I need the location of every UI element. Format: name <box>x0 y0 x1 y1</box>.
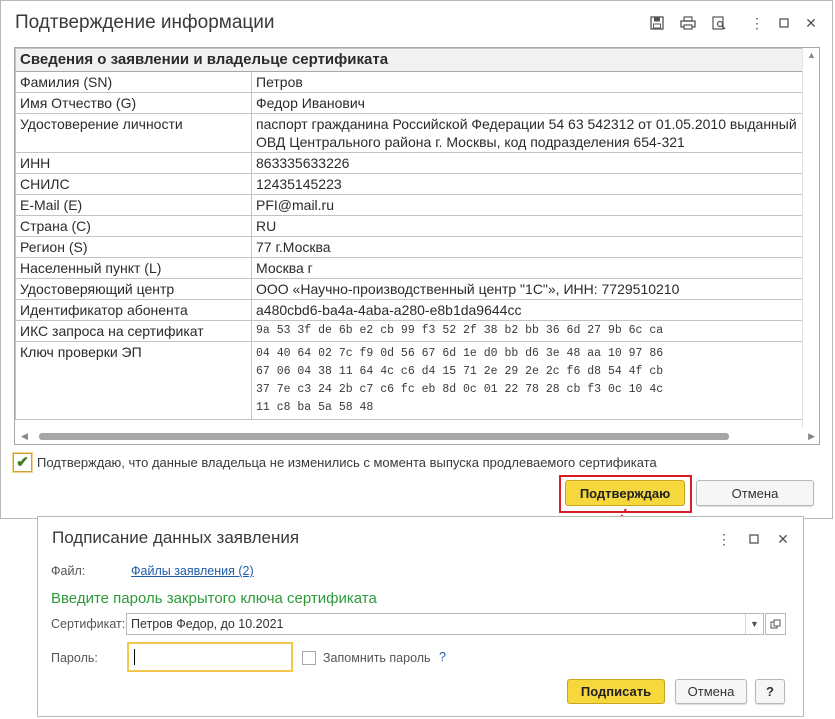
password-prompt-heading: Введите пароль закрытого ключа сертифика… <box>51 590 377 607</box>
close-icon[interactable]: ✕ <box>773 529 793 549</box>
row-value: 77 г.Москва <box>251 236 803 258</box>
table-row[interactable]: Фамилия (SN) Петров <box>15 71 803 93</box>
row-value-iks: 9a 53 3f de 6b e2 cb 99 f3 52 2f 38 b2 b… <box>251 320 803 342</box>
files-link[interactable]: Файлы заявления (2) <box>131 564 254 578</box>
certificate-select[interactable]: Петров Федор, до 10.2021 ▼ <box>126 613 764 635</box>
confirm-button[interactable]: Подтверждаю <box>565 480 685 506</box>
password-input[interactable] <box>127 642 293 672</box>
table-row[interactable]: ИКС запроса на сертификат 9a 53 3f de 6b… <box>15 320 803 342</box>
sign-button[interactable]: Подписать <box>567 679 665 704</box>
certificate-value: Петров Федор, до 10.2021 <box>131 617 284 631</box>
row-value: Москва г <box>251 257 803 279</box>
row-value-pubkey: 04 40 64 02 7c f9 0d 56 67 6d 1e d0 bb d… <box>251 341 803 420</box>
window-title: Подписание данных заявления <box>52 528 300 547</box>
row-value: Федор Иванович <box>251 92 803 114</box>
scroll-up-icon[interactable]: ▲ <box>807 50 816 60</box>
pubkey-line: 04 40 64 02 7c f9 0d 56 67 6d 1e d0 bb d… <box>256 347 664 360</box>
row-key: Населенный пункт (L) <box>15 257 252 279</box>
row-key: Удостоверение личности <box>15 113 252 153</box>
close-icon[interactable]: ✕ <box>801 13 821 33</box>
text-caret <box>134 649 135 665</box>
row-key: E-Mail (E) <box>15 194 252 216</box>
certificate-label: Сертификат: <box>51 617 126 631</box>
table-row[interactable]: Регион (S) 77 г.Москва <box>15 236 803 258</box>
more-icon[interactable]: ⋮ <box>714 529 734 549</box>
chevron-down-icon[interactable]: ▼ <box>745 614 763 634</box>
table-header: Сведения о заявлении и владельце сертифи… <box>15 48 803 72</box>
table-row[interactable]: СНИЛС 12435145223 <box>15 173 803 195</box>
row-key: Фамилия (SN) <box>15 71 252 93</box>
checkmark-icon: ✔ <box>16 454 29 471</box>
help-button[interactable]: ? <box>755 679 785 704</box>
confirm-label: Подтверждаю, что данные владельца не изм… <box>37 455 657 470</box>
row-key: Имя Отчество (G) <box>15 92 252 114</box>
row-value: RU <box>251 215 803 237</box>
row-key: Идентификатор абонента <box>15 299 252 321</box>
vertical-scrollbar[interactable]: ▲ <box>802 48 819 428</box>
row-value: a480cbd6-ba4a-4aba-a280-e8b1da9644cc <box>251 299 803 321</box>
preview-icon[interactable] <box>709 13 729 33</box>
row-key: Ключ проверки ЭП <box>15 341 252 420</box>
row-key: Страна (C) <box>15 215 252 237</box>
maximize-icon[interactable] <box>744 529 764 549</box>
signing-window: Подписание данных заявления ⋮ ✕ Файл: Фа… <box>37 516 804 717</box>
scroll-right-icon[interactable]: ▶ <box>808 431 815 442</box>
scroll-left-icon[interactable]: ◀ <box>21 431 28 442</box>
table-row[interactable]: Удостоверение личности паспорт гражданина… <box>15 113 803 153</box>
info-table: Сведения о заявлении и владельце сертифи… <box>15 48 803 420</box>
row-key: Регион (S) <box>15 236 252 258</box>
cancel-button[interactable]: Отмена <box>696 480 814 506</box>
table-row[interactable]: Ключ проверки ЭП 04 40 64 02 7c f9 0d 56… <box>15 341 803 420</box>
row-value: ООО «Научно-производственный центр "1С"»… <box>251 278 803 300</box>
row-key: ИКС запроса на сертификат <box>15 320 252 342</box>
table-row[interactable]: ИНН 863335633226 <box>15 152 803 174</box>
row-value: 12435145223 <box>251 173 803 195</box>
pubkey-line: 37 7e c3 24 2b c7 c6 fc eb 8d 0c 01 22 7… <box>256 383 664 396</box>
row-key: СНИЛС <box>15 173 252 195</box>
print-icon[interactable] <box>678 13 698 33</box>
password-label: Пароль: <box>51 651 98 665</box>
file-label: Файл: <box>51 564 86 578</box>
row-value: 863335633226 <box>251 152 803 174</box>
table-row[interactable]: Идентификатор абонента a480cbd6-ba4a-4aba… <box>15 299 803 321</box>
cancel-button[interactable]: Отмена <box>675 679 747 704</box>
remember-password-checkbox[interactable] <box>302 651 316 665</box>
confirm-checkbox[interactable]: ✔ <box>12 452 33 473</box>
table-row[interactable]: Страна (C) RU <box>15 215 803 237</box>
table-row[interactable]: Имя Отчество (G) Федор Иванович <box>15 92 803 114</box>
save-icon[interactable] <box>647 13 667 33</box>
info-table-container: Сведения о заявлении и владельце сертифи… <box>14 47 820 445</box>
row-value: Петров <box>251 71 803 93</box>
scrollbar-thumb[interactable] <box>39 433 729 440</box>
horizontal-scrollbar[interactable]: ◀ ▶ <box>15 428 819 444</box>
table-row[interactable]: E-Mail (E) PFI@mail.ru <box>15 194 803 216</box>
row-value: PFI@mail.ru <box>251 194 803 216</box>
row-key: Удостоверяющий центр <box>15 278 252 300</box>
maximize-icon[interactable] <box>774 13 794 33</box>
table-row[interactable]: Населенный пункт (L) Москва г <box>15 257 803 279</box>
confirm-checkbox-row[interactable]: ✔ Подтверждаю, что данные владельца не и… <box>12 452 657 473</box>
pubkey-line: 11 c8 ba 5a 58 48 <box>256 401 374 414</box>
window-title: Подтверждение информации <box>15 12 275 33</box>
remember-password-label: Запомнить пароль <box>323 651 431 665</box>
open-certificate-icon[interactable] <box>765 613 786 635</box>
confirmation-window: Подтверждение информации ⋮ ✕ Сведения о … <box>0 0 833 519</box>
help-icon[interactable]: ? <box>439 650 446 664</box>
pubkey-line: 67 06 04 38 11 64 4c c6 d4 15 71 2e 29 2… <box>256 365 664 378</box>
row-value: паспорт гражданина Российской Федерации … <box>251 113 803 153</box>
row-key: ИНН <box>15 152 252 174</box>
table-row[interactable]: Удостоверяющий центр ООО «Научно-производ… <box>15 278 803 300</box>
more-icon[interactable]: ⋮ <box>747 13 767 33</box>
